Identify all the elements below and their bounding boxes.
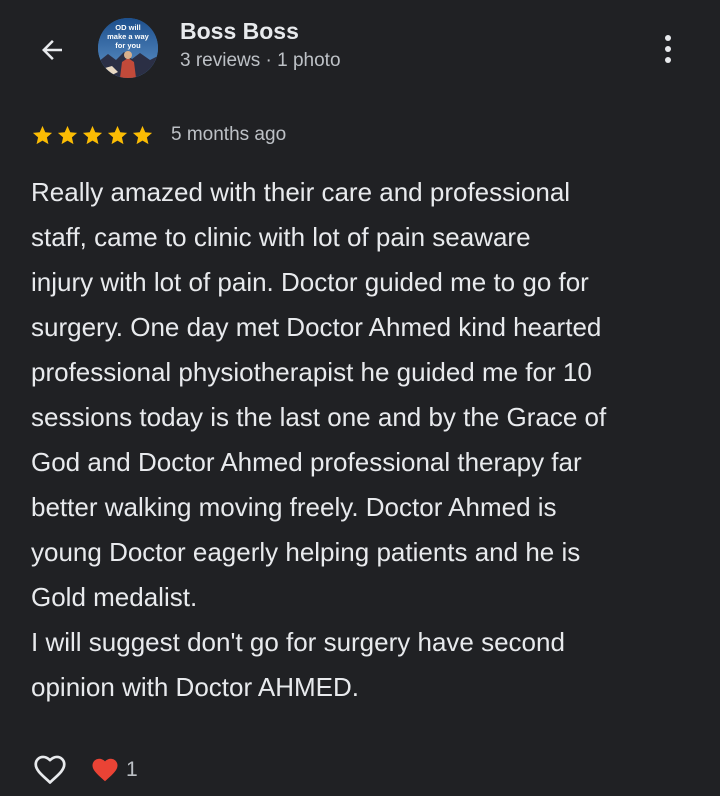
more-vertical-icon — [665, 35, 671, 41]
star-icon — [32, 125, 53, 144]
more-vertical-icon-dot — [665, 46, 671, 52]
avatar[interactable]: OD will make a way for you — [98, 18, 158, 78]
star-rating — [31, 124, 154, 147]
arrow-left-icon — [42, 40, 62, 60]
more-options-button[interactable] — [648, 26, 688, 72]
star-icon — [82, 125, 103, 144]
review-actions: 1 — [30, 750, 138, 790]
avatar-text-line-3: for you — [115, 41, 141, 50]
author-name[interactable]: Boss Boss — [180, 18, 299, 45]
star-icon — [107, 125, 128, 144]
more-vertical-icon-dot — [665, 57, 671, 63]
avatar-text-line-2: make a way — [107, 32, 150, 41]
star-icon — [132, 125, 153, 144]
heart-outline-icon — [34, 755, 66, 784]
review-text: Really amazed with their care and profes… — [31, 177, 607, 702]
avatar-text-line-1: OD will — [115, 23, 140, 32]
heart-filled-icon — [92, 758, 118, 782]
reaction-summary[interactable]: 1 — [90, 755, 138, 785]
review-date: 5 months ago — [171, 124, 287, 145]
rating-row: 5 months ago — [31, 120, 286, 150]
review-header: OD will make a way for you Boss Boss 3 r… — [0, 0, 720, 100]
back-button[interactable] — [30, 28, 74, 72]
like-button[interactable] — [30, 750, 70, 790]
star-icon — [57, 125, 78, 144]
author-meta: 3 reviews · 1 photo — [180, 50, 341, 71]
reaction-count: 1 — [126, 758, 138, 781]
